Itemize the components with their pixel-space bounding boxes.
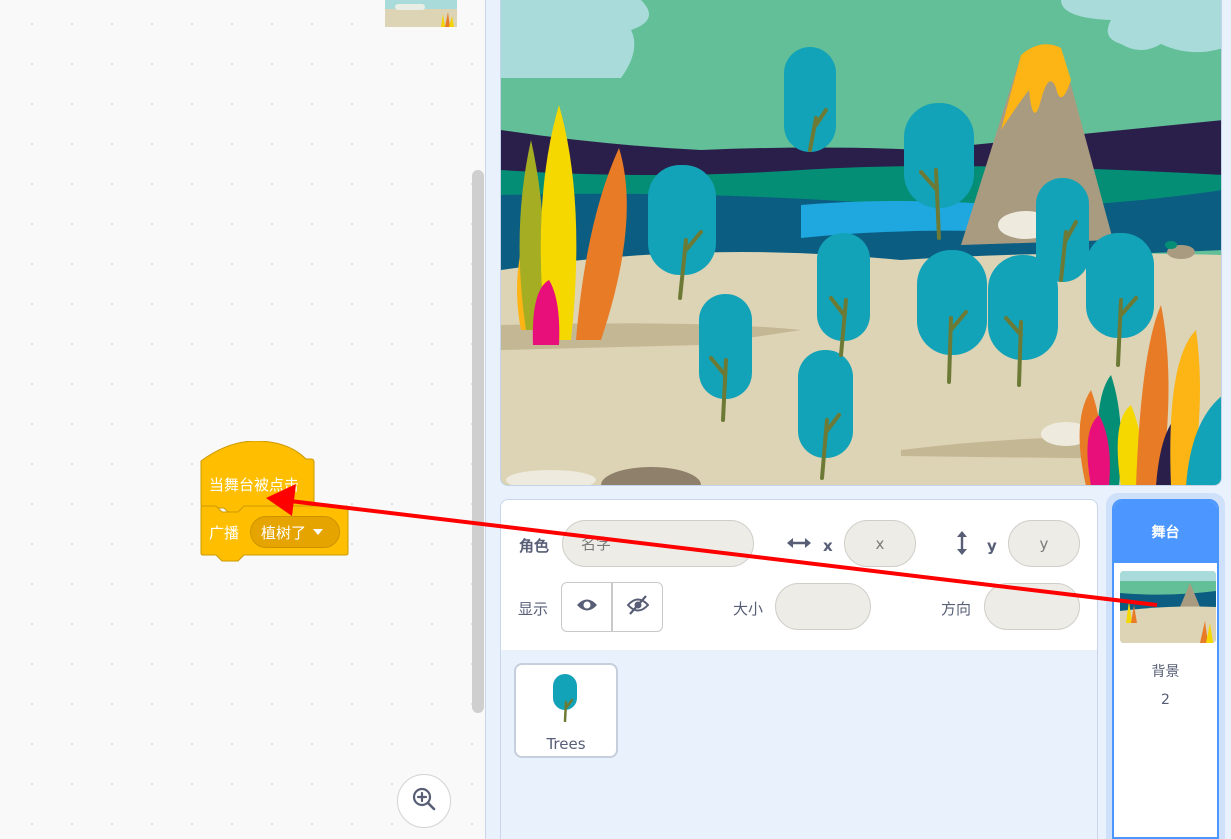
zoom-in-button[interactable] — [397, 774, 451, 828]
stage-canvas[interactable] — [500, 0, 1222, 486]
stage-selector[interactable]: 舞台 背景 2 — [1112, 499, 1219, 839]
tree-sprite-thumbnail — [552, 674, 580, 726]
backdrop-count: 2 — [1161, 692, 1170, 708]
stage-selector-panel[interactable]: 舞台 背景 2 — [1106, 493, 1225, 839]
sprite-tile-trees[interactable]: Trees — [514, 663, 618, 758]
hat-block-label: 当舞台被点击 — [209, 476, 300, 494]
broadcast-block[interactable]: 广播 植树了 — [200, 505, 349, 563]
size-input[interactable] — [775, 583, 871, 630]
hide-sprite-button[interactable] — [612, 582, 663, 632]
eye-icon — [576, 597, 598, 617]
stage-title: 舞台 — [1114, 501, 1217, 563]
y-placeholder: y — [1039, 534, 1049, 553]
stage-backdrop-thumbnail[interactable] — [1120, 571, 1216, 643]
x-input[interactable]: x — [844, 520, 916, 567]
backdrop-thumbnail-partial — [385, 0, 457, 27]
sprite-name: Trees — [546, 735, 586, 753]
workspace-scrollbar[interactable] — [472, 170, 484, 713]
broadcast-message-dropdown[interactable]: 植树了 — [250, 516, 340, 548]
sprite-name-input[interactable]: 名字 — [562, 520, 754, 567]
sprite-label: 角色 — [519, 537, 550, 555]
code-workspace[interactable]: 当舞台被点击 广播 植树了 — [0, 0, 486, 839]
y-arrows-icon — [954, 530, 970, 560]
direction-label: 方向 — [941, 600, 972, 618]
when-stage-clicked-block[interactable]: 当舞台被点击 — [200, 441, 315, 515]
sprite-info-panel: 角色 名字 x x y y 显示 大小 方向 — [500, 499, 1098, 651]
show-label: 显示 — [518, 600, 549, 618]
broadcast-block-label: 广播 — [209, 524, 240, 542]
sprite-name-placeholder: 名字 — [581, 535, 612, 553]
x-placeholder: x — [875, 534, 885, 553]
show-sprite-button[interactable] — [561, 582, 612, 632]
y-label: y — [987, 537, 997, 555]
direction-input[interactable] — [984, 583, 1080, 630]
eye-slash-icon — [626, 594, 650, 620]
zoom-in-icon — [411, 786, 437, 816]
backdrops-label: 背景 — [1151, 664, 1180, 680]
broadcast-message-value: 植树了 — [261, 523, 307, 542]
sprite-list: Trees — [500, 650, 1098, 839]
x-label: x — [823, 537, 833, 555]
y-input[interactable]: y — [1008, 520, 1080, 567]
chevron-down-icon — [313, 529, 324, 535]
size-label: 大小 — [733, 600, 764, 618]
x-arrows-icon — [786, 535, 812, 555]
